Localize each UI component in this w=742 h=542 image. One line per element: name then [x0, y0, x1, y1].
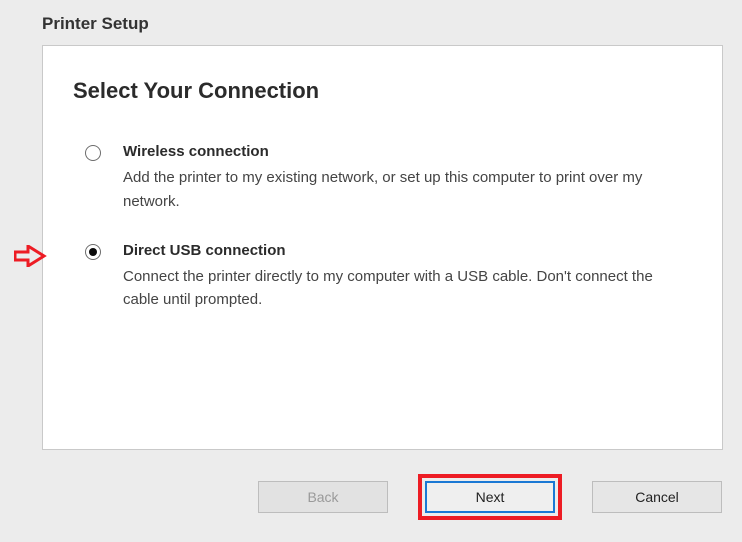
option-direct-usb[interactable]: Direct USB connection Connect the printe… [85, 241, 688, 312]
main-panel: Select Your Connection Wireless connecti… [42, 45, 723, 450]
connection-options: Wireless connection Add the printer to m… [73, 142, 688, 312]
option-title: Wireless connection [123, 142, 688, 162]
option-title: Direct USB connection [123, 241, 688, 261]
option-text: Direct USB connection Connect the printe… [123, 241, 688, 312]
option-desc: Add the printer to my existing network, … [123, 166, 688, 213]
cancel-button[interactable]: Cancel [592, 481, 722, 513]
option-wireless[interactable]: Wireless connection Add the printer to m… [85, 142, 688, 213]
annotation-highlight: Next [418, 474, 562, 520]
button-row: Back Next Cancel [258, 474, 722, 520]
back-button: Back [258, 481, 388, 513]
wireless-radio[interactable] [85, 145, 101, 161]
window-title: Printer Setup [42, 14, 149, 34]
option-text: Wireless connection Add the printer to m… [123, 142, 688, 213]
page-heading: Select Your Connection [73, 78, 688, 104]
option-desc: Connect the printer directly to my compu… [123, 265, 688, 312]
next-button[interactable]: Next [425, 481, 555, 513]
direct-usb-radio[interactable] [85, 244, 101, 260]
